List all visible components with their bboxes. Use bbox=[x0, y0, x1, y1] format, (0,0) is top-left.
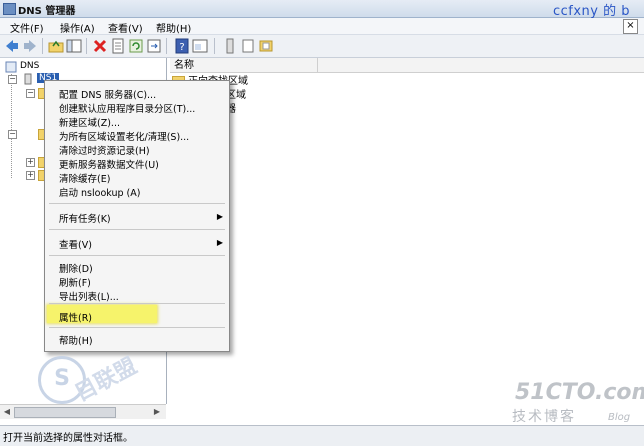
menu-item-create-app-partition[interactable]: 创建默认应用程序目录分区(T)... bbox=[59, 101, 195, 115]
menu-separator bbox=[49, 303, 225, 304]
watermark-top: ccfxny 的 b bbox=[552, 4, 630, 19]
close-icon[interactable]: × bbox=[623, 19, 638, 34]
tree-expander-server[interactable]: − bbox=[8, 75, 17, 84]
menu-view[interactable]: 查看(V) bbox=[104, 20, 147, 35]
menu-item-aging-scavenging[interactable]: 为所有区域设置老化/清理(S)... bbox=[59, 129, 189, 143]
server-node-icon bbox=[24, 73, 32, 85]
menu-file[interactable]: 文件(F) bbox=[6, 20, 48, 35]
menu-action[interactable]: 操作(A) bbox=[56, 20, 99, 35]
help-icon[interactable]: ? bbox=[174, 38, 190, 54]
watermark-site: 51CTO.com bbox=[515, 380, 644, 405]
scrollbar-thumb[interactable] bbox=[14, 407, 116, 418]
watermark-subtitle: 技术博客 bbox=[512, 409, 576, 425]
dns-app-icon bbox=[3, 3, 16, 15]
delete-icon[interactable] bbox=[92, 38, 108, 54]
menu-item-all-tasks[interactable]: 所有任务(K) bbox=[59, 211, 111, 225]
properties-sheet-icon[interactable] bbox=[110, 38, 126, 54]
dns-root-icon bbox=[5, 61, 17, 73]
zone-icon[interactable] bbox=[258, 38, 274, 54]
tree-expander-1[interactable]: − bbox=[26, 89, 35, 98]
menu-bar: 文件(F) 操作(A) 查看(V) 帮助(H) × bbox=[0, 18, 644, 35]
status-bar: 打开当前选择的属性对话框。 bbox=[0, 425, 644, 446]
back-icon[interactable] bbox=[4, 38, 20, 54]
toolbar: ? bbox=[0, 35, 644, 58]
refresh-icon[interactable] bbox=[128, 38, 144, 54]
menu-item-refresh[interactable]: 刷新(F) bbox=[59, 275, 91, 289]
menu-item-properties[interactable]: 属性(R) bbox=[59, 310, 92, 324]
menu-separator bbox=[49, 255, 225, 256]
console-icon[interactable] bbox=[192, 38, 208, 54]
title-bar: DNS 管理器 ccfxny 的 b bbox=[0, 0, 644, 19]
menu-item-delete[interactable]: 删除(D) bbox=[59, 261, 93, 275]
menu-item-clear-cache[interactable]: 清除缓存(E) bbox=[59, 171, 110, 185]
menu-separator bbox=[49, 229, 225, 230]
menu-item-update-data-files[interactable]: 更新服务器数据文件(U) bbox=[59, 157, 159, 171]
menu-item-help[interactable]: 帮助(H) bbox=[59, 333, 93, 347]
show-tree-icon[interactable] bbox=[66, 38, 82, 54]
menu-separator bbox=[49, 327, 225, 328]
column-header-empty bbox=[318, 58, 644, 73]
forward-icon[interactable] bbox=[22, 38, 38, 54]
menu-separator bbox=[49, 203, 225, 204]
watermark-blog: Blog bbox=[608, 412, 631, 423]
menu-item-view[interactable]: 查看(V) bbox=[59, 237, 92, 251]
tree-root-label[interactable]: DNS bbox=[20, 61, 39, 71]
menu-help[interactable]: 帮助(H) bbox=[152, 20, 195, 35]
tree-expander-3[interactable]: + bbox=[26, 158, 35, 167]
svg-text:?: ? bbox=[179, 42, 184, 53]
menu-item-new-zone[interactable]: 新建区域(Z)... bbox=[59, 115, 120, 129]
menu-item-scavenge-records[interactable]: 清除过时资源记录(H) bbox=[59, 143, 150, 157]
submenu-arrow-icon: ▶ bbox=[216, 212, 223, 221]
server-icon[interactable] bbox=[222, 38, 238, 54]
column-header-name[interactable]: 名称 bbox=[170, 58, 318, 73]
context-menu: 配置 DNS 服务器(C)... 创建默认应用程序目录分区(T)... 新建区域… bbox=[44, 80, 230, 352]
tree-expander-2[interactable]: − bbox=[8, 130, 17, 139]
submenu-arrow-icon: ▶ bbox=[216, 238, 223, 247]
window-title: DNS 管理器 bbox=[18, 6, 76, 17]
scroll-right-icon[interactable]: ▶ bbox=[152, 407, 162, 417]
scroll-left-icon[interactable]: ◀ bbox=[2, 407, 12, 417]
results-pane[interactable]: 名称 正向查找区域 区域 器 bbox=[170, 58, 644, 404]
status-text: 打开当前选择的属性对话框。 bbox=[3, 433, 133, 444]
menu-item-configure-dns[interactable]: 配置 DNS 服务器(C)... bbox=[59, 87, 156, 101]
menu-item-launch-nslookup[interactable]: 启动 nslookup (A) bbox=[59, 185, 140, 199]
tree-expander-4[interactable]: + bbox=[26, 171, 35, 180]
menu-item-export-list[interactable]: 导出列表(L)... bbox=[59, 289, 119, 303]
document-icon[interactable] bbox=[240, 38, 256, 54]
export-list-icon[interactable] bbox=[146, 38, 162, 54]
up-folder-icon[interactable] bbox=[48, 38, 64, 54]
